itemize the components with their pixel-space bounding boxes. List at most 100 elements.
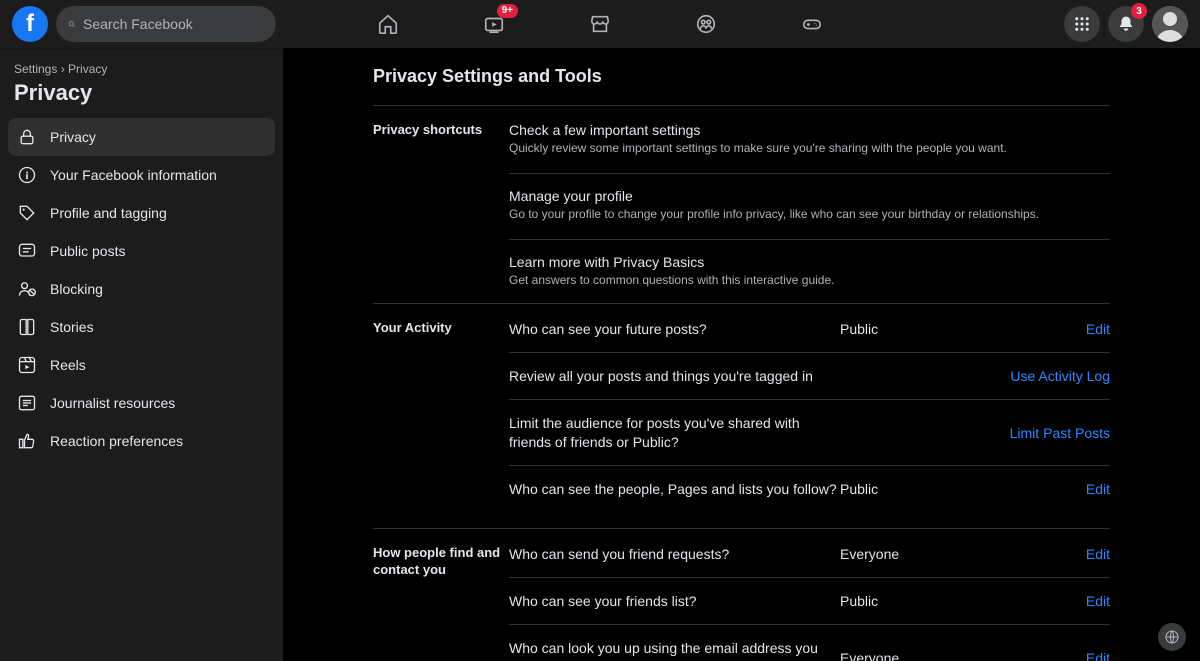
- top-bar: f 9+ 3: [0, 0, 1200, 48]
- facebook-logo-letter: f: [26, 10, 34, 38]
- avatar-image: [1152, 6, 1188, 42]
- search-icon: [68, 16, 75, 32]
- setting-action-link[interactable]: Edit: [1086, 481, 1110, 497]
- sidebar-item-label: Profile and tagging: [50, 205, 167, 221]
- sidebar-item-journalist-resources[interactable]: Journalist resources: [8, 384, 275, 422]
- section-privacy-shortcuts: Privacy shortcuts Check a few important …: [373, 105, 1110, 303]
- top-bar-right: 3: [1064, 6, 1188, 42]
- shortcut-desc: Go to your profile to change your profil…: [509, 207, 1110, 221]
- setting-action-link[interactable]: Edit: [1086, 593, 1110, 609]
- shortcut-item[interactable]: Check a few important settings Quickly re…: [509, 122, 1110, 174]
- sidebar-item-label: Your Facebook information: [50, 167, 217, 183]
- sidebar-list: Privacy Your Facebook information Profile …: [8, 118, 275, 460]
- watch-badge: 9+: [497, 4, 518, 18]
- setting-action-cell: Edit: [990, 546, 1110, 562]
- search-field[interactable]: [56, 6, 276, 42]
- sidebar-item-reaction-preferences[interactable]: Reaction preferences: [8, 422, 275, 460]
- sidebar-item-label: Reaction preferences: [50, 433, 183, 449]
- setting-row: Who can see the people, Pages and lists …: [509, 465, 1110, 512]
- shortcut-desc: Quickly review some important settings t…: [509, 141, 1110, 155]
- sidebar-item-label: Public posts: [50, 243, 125, 259]
- book-icon: [16, 316, 38, 338]
- section-your-activity: Your Activity Who can see your future po…: [373, 303, 1110, 528]
- shortcut-item[interactable]: Learn more with Privacy BasicsGet answer…: [509, 254, 1110, 287]
- nav-watch[interactable]: 9+: [472, 0, 516, 48]
- chat-bubble[interactable]: [1158, 623, 1186, 651]
- shortcut-item[interactable]: Manage your profile Go to your profile to…: [509, 188, 1110, 240]
- setting-action-cell: Edit: [990, 481, 1110, 497]
- setting-row: Limit the audience for posts you've shar…: [509, 399, 1110, 464]
- setting-label: Limit the audience for posts you've shar…: [509, 414, 840, 450]
- shortcut-desc: Get answers to common questions with thi…: [509, 273, 1110, 287]
- sidebar-item-privacy[interactable]: Privacy: [8, 118, 275, 156]
- setting-row: Who can send you friend requests?Everyon…: [509, 545, 1110, 577]
- setting-value: Public: [840, 321, 990, 337]
- setting-action-link[interactable]: Limit Past Posts: [1010, 425, 1110, 441]
- shortcuts-body: Check a few important settings Quickly re…: [509, 122, 1110, 287]
- sidebar-item-profile-and-tagging[interactable]: Profile and tagging: [8, 194, 275, 232]
- sidebar-item-label: Stories: [50, 319, 94, 335]
- fb-info-icon: [16, 164, 38, 186]
- setting-action-link[interactable]: Edit: [1086, 321, 1110, 337]
- contact-body: Who can send you friend requests?Everyon…: [509, 545, 1110, 661]
- section-label-contact: How people find and contact you: [373, 545, 509, 661]
- grid-icon: [1073, 15, 1091, 33]
- shortcut-title: Manage your profile: [509, 188, 1110, 204]
- menu-button[interactable]: [1064, 6, 1100, 42]
- setting-row: Who can see your friends list?Public Edit: [509, 577, 1110, 624]
- breadcrumb: Settings › Privacy: [8, 62, 275, 76]
- setting-label: Who can see the people, Pages and lists …: [509, 480, 840, 498]
- setting-action-cell: Edit: [990, 650, 1110, 661]
- sidebar-title: Privacy: [8, 80, 275, 118]
- sidebar-item-reels[interactable]: Reels: [8, 346, 275, 384]
- lock-icon: [16, 126, 38, 148]
- setting-row: Who can see your future posts?PublicEdit: [509, 320, 1110, 352]
- like-icon: [16, 430, 38, 452]
- nav-marketplace[interactable]: [578, 0, 622, 48]
- sidebar-item-label: Privacy: [50, 129, 96, 145]
- sidebar-item-label: Reels: [50, 357, 86, 373]
- setting-action-link[interactable]: Use Activity Log: [1010, 368, 1110, 384]
- breadcrumb-current: Privacy: [68, 62, 107, 76]
- bell-icon: [1117, 15, 1135, 33]
- setting-action-cell: Use Activity Log: [990, 368, 1110, 384]
- setting-label: Who can see your friends list?: [509, 592, 840, 610]
- section-contact: How people find and contact you Who can …: [373, 528, 1110, 661]
- globe-icon: [1164, 629, 1180, 645]
- sidebar-item-your-facebook-information[interactable]: Your Facebook information: [8, 156, 275, 194]
- setting-row: Review all your posts and things you're …: [509, 352, 1110, 399]
- notifications-badge: 3: [1131, 3, 1147, 19]
- facebook-logo[interactable]: f: [12, 6, 48, 42]
- breadcrumb-parent[interactable]: Settings: [14, 62, 57, 76]
- shortcut-title: Check a few important settings: [509, 122, 1110, 138]
- nav-gaming[interactable]: [790, 0, 834, 48]
- setting-action-link[interactable]: Edit: [1086, 650, 1110, 661]
- post-icon: [16, 240, 38, 262]
- page-title: Privacy Settings and Tools: [373, 66, 1110, 87]
- gaming-icon: [801, 13, 823, 35]
- nav-home[interactable]: [366, 0, 410, 48]
- sidebar-item-public-posts[interactable]: Public posts: [8, 232, 275, 270]
- setting-action-cell: Edit: [990, 321, 1110, 337]
- setting-value: Public: [840, 593, 990, 609]
- setting-label: Who can look you up using the email addr…: [509, 639, 840, 661]
- setting-value: Everyone: [840, 650, 990, 661]
- block-icon: [16, 278, 38, 300]
- setting-label: Review all your posts and things you're …: [509, 367, 840, 385]
- setting-value: Everyone: [840, 546, 990, 562]
- sidebar-item-blocking[interactable]: Blocking: [8, 270, 275, 308]
- nav-groups[interactable]: [684, 0, 728, 48]
- breadcrumb-sep: ›: [61, 62, 65, 76]
- main-content: Privacy Settings and Tools Privacy short…: [283, 48, 1200, 661]
- notifications-button[interactable]: 3: [1108, 6, 1144, 42]
- home-icon: [377, 13, 399, 35]
- sidebar-item-stories[interactable]: Stories: [8, 308, 275, 346]
- account-avatar[interactable]: [1152, 6, 1188, 42]
- setting-action-cell: Limit Past Posts: [990, 425, 1110, 441]
- sidebar-item-label: Journalist resources: [50, 395, 175, 411]
- setting-action-link[interactable]: Edit: [1086, 546, 1110, 562]
- news-icon: [16, 392, 38, 414]
- search-input[interactable]: [83, 16, 264, 32]
- section-label-activity: Your Activity: [373, 320, 509, 512]
- top-bar-left: f: [12, 6, 276, 42]
